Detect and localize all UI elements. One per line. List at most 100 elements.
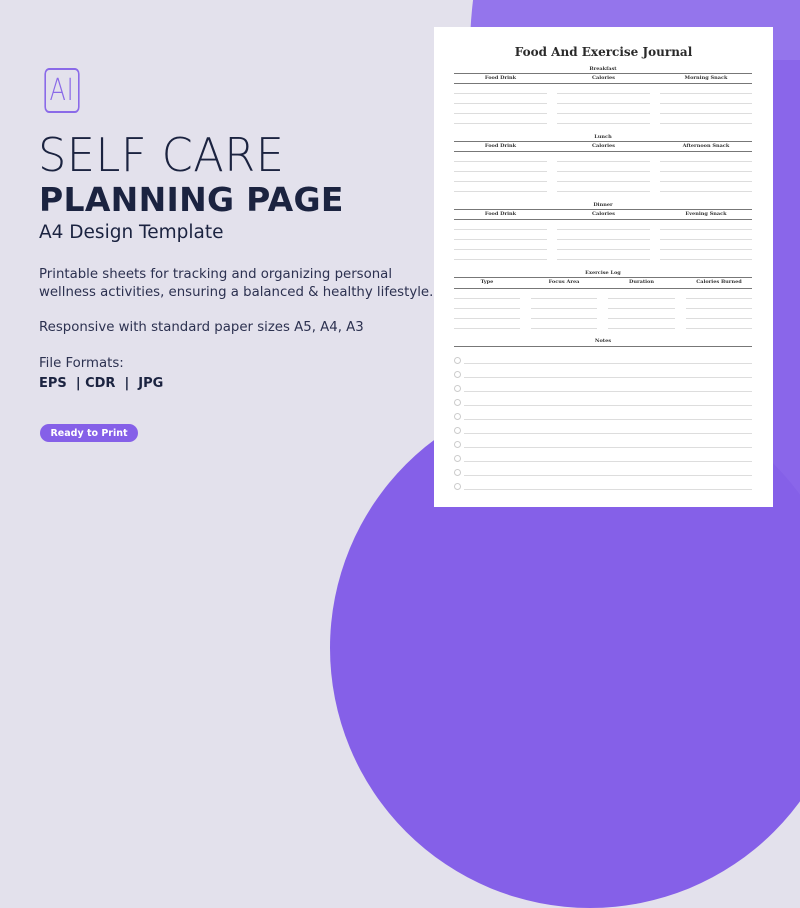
column-header: Calories: [592, 211, 615, 217]
column-header: Calories Burned: [696, 279, 742, 285]
adobe-illustrator-icon: AI: [44, 68, 80, 113]
section-title-breakfast: Breakfast: [589, 66, 617, 72]
checkbox-circle-icon: [454, 357, 461, 364]
entry-line: [686, 298, 752, 299]
entry-line: [686, 318, 752, 319]
checkbox-circle-icon: [454, 413, 461, 420]
entry-line: [454, 93, 547, 94]
section-top-rule: [454, 209, 752, 210]
entry-line: [660, 191, 752, 192]
entry-line: [660, 171, 752, 172]
entry-line: [686, 308, 752, 309]
section-top-rule: [454, 346, 752, 347]
entry-line: [454, 298, 520, 299]
entry-line: [454, 171, 547, 172]
entry-line: [454, 161, 547, 162]
entry-line: [557, 191, 650, 192]
section-title-notes: Notes: [594, 338, 612, 344]
entry-line: [660, 103, 752, 104]
journal-title: Food And Exercise Journal: [514, 45, 693, 59]
header-bottom-rule: [454, 288, 752, 289]
section-top-rule: [454, 73, 752, 74]
header-bottom-rule: [454, 151, 752, 152]
checkbox-circle-icon: [454, 441, 461, 448]
description-line-2: wellness activities, ensuring a balanced…: [39, 285, 434, 300]
entry-line: [660, 181, 752, 182]
entry-line: [557, 113, 650, 114]
entry-line: [454, 113, 547, 114]
entry-line: [660, 249, 752, 250]
checkbox-circle-icon: [454, 469, 461, 476]
entry-line: [531, 298, 597, 299]
header-bottom-rule: [454, 83, 752, 84]
column-header: Focus Area: [548, 279, 580, 285]
entry-line: [660, 239, 752, 240]
note-line: [464, 447, 752, 448]
note-line: [464, 405, 752, 406]
entry-line: [557, 171, 650, 172]
entry-line: [454, 103, 547, 104]
entry-line: [660, 259, 752, 260]
subtitle: A4 Design Template: [39, 222, 224, 243]
entry-line: [454, 328, 520, 329]
note-line: [464, 391, 752, 392]
checkbox-circle-icon: [454, 455, 461, 462]
entry-line: [660, 161, 752, 162]
entry-line: [557, 181, 650, 182]
entry-line: [454, 181, 547, 182]
entry-line: [557, 239, 650, 240]
entry-line: [454, 191, 547, 192]
column-header: Afternoon Snack: [682, 143, 730, 149]
entry-line: [557, 103, 650, 104]
note-line: [464, 433, 752, 434]
note-line: [464, 377, 752, 378]
checkbox-circle-icon: [454, 483, 461, 490]
entry-line: [531, 308, 597, 309]
logo-text: AI: [49, 73, 75, 108]
column-header: Type: [480, 279, 494, 285]
column-header: Food Drink: [484, 211, 517, 217]
column-header: Calories: [592, 143, 615, 149]
entry-line: [557, 123, 650, 124]
entry-line: [454, 123, 547, 124]
entry-line: [531, 318, 597, 319]
entry-line: [557, 259, 650, 260]
section-top-rule: [454, 277, 752, 278]
entry-line: [660, 113, 752, 114]
entry-line: [557, 161, 650, 162]
title-self-care: SELF CARE: [38, 128, 285, 182]
description-line-1: Printable sheets for tracking and organi…: [39, 267, 393, 282]
journal-page-preview: Food And Exercise Journal Breakfast Food …: [434, 27, 773, 507]
ready-to-print-button[interactable]: Ready to Print: [40, 424, 138, 442]
entry-line: [454, 229, 547, 230]
paper-sizes: Responsive with standard paper sizes A5,…: [39, 320, 364, 335]
column-header: Calories: [592, 75, 615, 81]
column-header: Evening Snack: [685, 211, 727, 217]
column-header: Morning Snack: [684, 75, 728, 81]
entry-line: [454, 239, 547, 240]
checkbox-circle-icon: [454, 399, 461, 406]
entry-line: [454, 259, 547, 260]
entry-line: [660, 229, 752, 230]
entry-line: [686, 328, 752, 329]
entry-line: [608, 298, 675, 299]
title-planning-page: PLANNING PAGE: [39, 180, 344, 219]
entry-line: [660, 123, 752, 124]
entry-line: [608, 308, 675, 309]
file-formats-label: File Formats:: [39, 356, 124, 371]
entry-line: [557, 93, 650, 94]
entry-line: [454, 249, 547, 250]
file-formats: EPS | CDR | JPG: [39, 376, 164, 391]
checkbox-circle-icon: [454, 427, 461, 434]
entry-line: [454, 308, 520, 309]
entry-line: [608, 318, 675, 319]
section-title-exercise-log: Exercise Log: [585, 270, 621, 276]
checkbox-circle-icon: [454, 371, 461, 378]
column-header: Food Drink: [484, 75, 517, 81]
header-bottom-rule: [454, 219, 752, 220]
note-line: [464, 363, 752, 364]
entry-line: [557, 229, 650, 230]
description: Printable sheets for tracking and organi…: [39, 266, 439, 302]
section-title-dinner: Dinner: [593, 202, 613, 208]
entry-line: [531, 328, 597, 329]
